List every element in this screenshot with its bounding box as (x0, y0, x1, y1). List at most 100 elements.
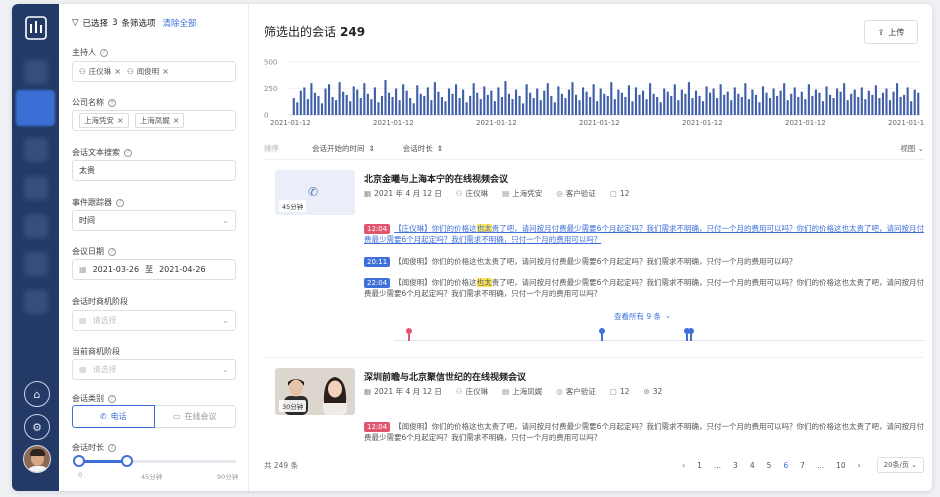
histogram-bar[interactable] (349, 101, 352, 115)
histogram-bar[interactable] (814, 89, 817, 115)
histogram-bar[interactable] (306, 99, 309, 115)
histogram-bar[interactable] (645, 99, 648, 115)
transcript-snippet[interactable]: 20:11 【闻俊明】你们的价格这也太贵了吧，请问按月付费最少需要6个月起定吗？我… (364, 256, 924, 267)
histogram-bar[interactable] (864, 99, 867, 115)
logo-icon[interactable] (25, 16, 47, 40)
histogram-bar[interactable] (776, 95, 779, 115)
histogram-bar[interactable] (465, 102, 468, 115)
histogram-bar[interactable] (589, 96, 592, 115)
histogram-bar[interactable] (335, 100, 338, 115)
histogram-bar[interactable] (327, 84, 331, 115)
page-number[interactable]: 10 (836, 461, 846, 470)
histogram-bar[interactable] (511, 99, 514, 115)
histogram-bar[interactable] (857, 96, 860, 115)
timeline-marker[interactable] (406, 328, 412, 341)
histogram-bar[interactable] (500, 96, 503, 115)
histogram-bar[interactable] (338, 82, 341, 115)
histogram-bar[interactable] (479, 99, 482, 115)
histogram-bar[interactable] (811, 95, 814, 115)
histogram-bar[interactable] (504, 81, 507, 115)
histogram-bar[interactable] (596, 101, 599, 115)
histogram-bar[interactable] (303, 87, 306, 115)
histogram-bar[interactable] (458, 98, 461, 115)
histogram-bar[interactable] (758, 102, 761, 115)
histogram-bar[interactable] (656, 96, 659, 115)
histogram-bar[interactable] (687, 82, 690, 115)
call-thumbnail-video[interactable]: 30分钟 (275, 368, 355, 415)
histogram-bar[interactable] (850, 93, 853, 115)
remove-tag-icon[interactable]: × (173, 116, 180, 125)
page-ellipsis[interactable]: ... (714, 461, 721, 470)
histogram-bar[interactable] (701, 101, 705, 115)
histogram-bar[interactable] (790, 93, 793, 115)
histogram-bar[interactable] (878, 98, 881, 115)
text-search-input[interactable]: 太贵 (72, 160, 236, 181)
histogram-bar[interactable] (585, 91, 588, 115)
histogram-bar[interactable] (578, 100, 581, 115)
histogram-bar[interactable] (917, 92, 920, 115)
histogram-bar[interactable] (373, 87, 376, 115)
histogram-bar[interactable] (649, 83, 652, 115)
histogram-bar[interactable] (832, 98, 835, 115)
histogram-bar[interactable] (906, 87, 909, 115)
host-select[interactable]: ⚇ 庄仪琳 × ⚇ 闻俊明 × (72, 61, 236, 82)
histogram-bar[interactable] (571, 82, 574, 115)
user-avatar[interactable] (23, 445, 51, 473)
histogram-bar[interactable] (345, 94, 348, 115)
nav-item-insights-icon[interactable] (24, 252, 48, 276)
histogram-bar[interactable] (800, 91, 803, 115)
histogram-bar[interactable] (599, 88, 602, 116)
page-ellipsis[interactable]: ... (817, 461, 824, 470)
histogram-bar[interactable] (440, 96, 444, 115)
histogram-bar[interactable] (853, 89, 856, 115)
histogram-bar[interactable] (426, 87, 429, 115)
histogram-bar[interactable] (892, 91, 895, 115)
transcript-snippet[interactable]: 22:04 【闻俊明】你们的价格这也太贵了吧，请问按月付费最少需要6个月起定吗？我… (364, 277, 924, 299)
histogram-bar[interactable] (423, 95, 426, 115)
histogram-bar[interactable] (793, 87, 796, 115)
histogram-bar[interactable] (507, 93, 511, 115)
histogram-bar[interactable] (292, 98, 295, 115)
nav-item-library-icon[interactable] (24, 138, 48, 162)
histogram-bar[interactable] (666, 91, 669, 115)
histogram-bar[interactable] (627, 85, 630, 115)
histogram-bar[interactable] (546, 83, 549, 115)
histogram-bar[interactable] (881, 92, 885, 115)
histogram-bar[interactable] (313, 92, 316, 115)
histogram-bar[interactable] (532, 98, 535, 115)
call-title[interactable]: 深圳前瞻与北京聚信世纪的在线视频会议 (364, 370, 526, 383)
histogram-bar[interactable] (641, 90, 645, 115)
histogram-bar[interactable] (486, 94, 489, 115)
histogram-bar[interactable] (433, 82, 436, 115)
histogram-bar[interactable] (405, 90, 408, 115)
histogram-bar[interactable] (740, 96, 743, 115)
histogram-bar[interactable] (391, 96, 394, 115)
histogram-bar[interactable] (490, 90, 493, 115)
histogram-bar[interactable] (550, 95, 553, 115)
histogram-bar[interactable] (867, 90, 870, 115)
histogram-bar[interactable] (754, 94, 758, 115)
histogram-bar[interactable] (320, 103, 324, 115)
histogram-bar[interactable] (663, 88, 666, 116)
histogram-bar[interactable] (804, 99, 807, 115)
histogram-bar[interactable] (483, 86, 486, 115)
sort-by-start-time[interactable]: 会话开始的时间 ⇕ (312, 143, 375, 154)
histogram-bar[interactable] (765, 92, 768, 115)
call-timeline[interactable] (394, 340, 924, 341)
per-page-select[interactable]: 20条/页 ⌄ (876, 457, 924, 473)
histogram-bar[interactable] (363, 83, 366, 115)
nav-item-deals-icon[interactable] (24, 176, 48, 200)
histogram-bar[interactable] (451, 93, 454, 115)
page-number[interactable]: 1 (697, 461, 702, 470)
transcript-snippet[interactable]: 12:04 【庄仪琳】你们的价格这也太贵了吧，请问按月付费最少需要6个月起定吗？我… (364, 223, 924, 245)
histogram-bar[interactable] (402, 84, 405, 115)
histogram-bar[interactable] (380, 95, 384, 115)
histogram-bar[interactable] (469, 95, 472, 115)
histogram-bar[interactable] (677, 100, 680, 115)
call-title[interactable]: 北京金曦与上海本宁的在线视频会议 (364, 172, 508, 185)
histogram-bar[interactable] (836, 88, 839, 116)
histogram-bar[interactable] (387, 92, 391, 115)
histogram-bar[interactable] (356, 89, 359, 115)
histogram-bar[interactable] (896, 83, 899, 115)
histogram-bar[interactable] (694, 90, 698, 115)
